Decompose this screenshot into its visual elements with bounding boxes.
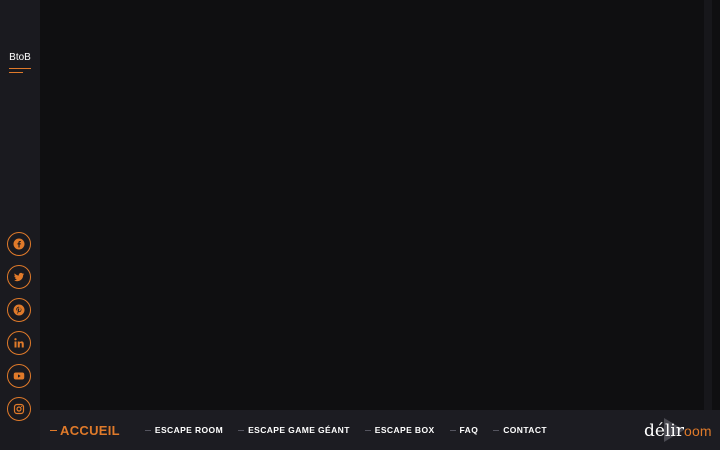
left-sidebar: BtoB — [0, 0, 40, 450]
twitter-icon — [14, 272, 25, 282]
nav-item-label: ESCAPE BOX — [374, 425, 435, 435]
nav-item-escape-game-geant[interactable]: ESCAPE GAME GÉANT — [238, 425, 350, 435]
nav-dash — [364, 429, 371, 431]
nav-dash — [238, 429, 245, 431]
nav-dash — [449, 429, 456, 431]
instagram-icon — [13, 403, 25, 415]
nav-item-escape-room[interactable]: ESCAPE ROOM — [144, 425, 224, 435]
logo-text-accent: oom — [683, 423, 712, 439]
nav-item-label: ESCAPE ROOM — [154, 425, 224, 435]
youtube-link[interactable] — [7, 364, 31, 388]
btob-menu-toggle[interactable]: BtoB — [0, 52, 40, 75]
logo-text-main: délir — [644, 421, 684, 441]
nav-item-label: CONTACT — [503, 425, 547, 435]
facebook-icon — [13, 238, 25, 250]
nav-menu: ACCUEIL ESCAPE ROOM ESCAPE GAME GÉANT ES… — [50, 410, 562, 450]
bottom-navigation: ACCUEIL ESCAPE ROOM ESCAPE GAME GÉANT ES… — [40, 410, 720, 450]
nav-item-label: FAQ — [459, 425, 479, 435]
pinterest-link[interactable] — [7, 298, 31, 322]
facebook-link[interactable] — [7, 232, 31, 256]
instagram-link[interactable] — [7, 397, 31, 421]
menu-lines-icon — [9, 67, 31, 75]
scrollbar-track[interactable] — [704, 0, 712, 410]
nav-item-accueil[interactable]: ACCUEIL — [50, 423, 120, 438]
nav-dash — [493, 429, 500, 431]
logo-text: déliroom — [644, 418, 712, 444]
twitter-link[interactable] — [7, 265, 31, 289]
youtube-icon — [13, 372, 25, 380]
page: BtoB ACCUEIL ESCAPE ROOM ESCAPE GAME GÉA… — [0, 0, 720, 450]
nav-item-label: ACCUEIL — [60, 422, 120, 438]
nav-dash — [50, 429, 57, 431]
linkedin-icon — [14, 338, 24, 348]
btob-label: BtoB — [9, 52, 31, 63]
delir-room-logo[interactable]: déliroom — [644, 416, 716, 444]
nav-dash — [144, 429, 151, 431]
nav-item-escape-box[interactable]: ESCAPE BOX — [364, 425, 435, 435]
nav-item-contact[interactable]: CONTACT — [493, 425, 547, 435]
pinterest-icon — [13, 304, 25, 316]
linkedin-link[interactable] — [7, 331, 31, 355]
nav-item-faq[interactable]: FAQ — [449, 425, 479, 435]
social-links — [7, 232, 33, 430]
main-content — [40, 0, 712, 410]
nav-item-label: ESCAPE GAME GÉANT — [248, 425, 350, 435]
